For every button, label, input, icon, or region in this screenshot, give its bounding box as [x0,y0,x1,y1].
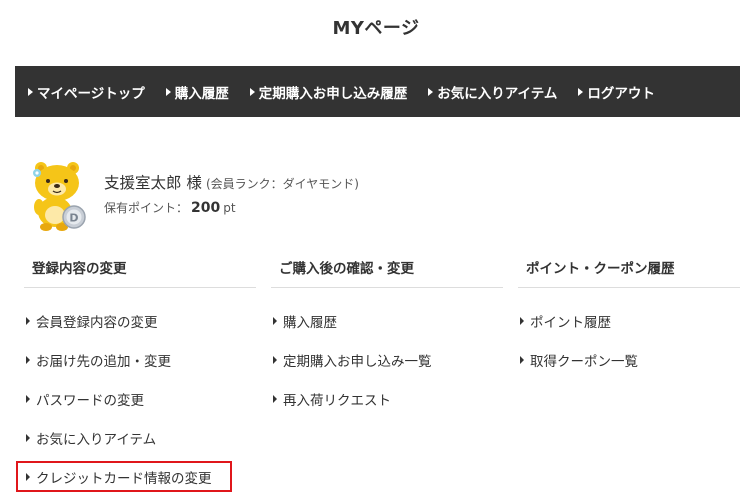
link-credit-card-change[interactable]: クレジットカード情報の変更 [16,461,232,492]
rank-badge-letter: D [69,212,78,225]
link-password-change[interactable]: パスワードの変更 [24,379,256,418]
link-label: 会員登録内容の変更 [36,314,158,331]
link-label: 再入荷リクエスト [283,392,391,409]
link-subscription-list[interactable]: 定期購入お申し込み一覧 [271,340,503,379]
arrow-right-icon [273,316,277,325]
link-label: お気に入りアイテム [36,431,157,448]
nav-item-label: お気に入りアイテム [437,85,558,102]
link-point-history[interactable]: ポイント履歴 [518,301,740,340]
nav-item-mypage-top[interactable]: マイページトップ [28,82,145,102]
link-label: クレジットカード情報の変更 [36,470,212,487]
member-rank: (会員ランク：ダイヤモンド) [205,177,359,191]
bear-mascot-avatar: D [33,162,86,231]
link-restock-request[interactable]: 再入荷リクエスト [271,379,503,418]
nav-item-favorites[interactable]: お気に入りアイテム [428,82,557,102]
nav-item-label: 購入履歴 [174,85,229,102]
arrow-right-icon [578,87,584,96]
link-label: パスワードの変更 [36,392,144,409]
arrow-right-icon [26,433,30,442]
arrow-right-icon [273,394,277,403]
nav-item-label: 定期購入お申し込み履歴 [258,85,408,102]
arrow-right-icon [26,394,30,403]
points-line: 保有ポイント： 200 pt [104,199,359,216]
points-value: 200 [191,200,221,216]
nav-item-label: マイページトップ [37,85,145,102]
user-name-line: 支援室太郎 様 (会員ランク：ダイヤモンド) [104,171,359,193]
section-heading: 登録内容の変更 [24,253,256,288]
arrow-right-icon [28,87,33,96]
nav-item-label: ログアウト [587,85,655,102]
section-heading: ポイント・クーポン履歴 [518,253,740,288]
profile-info: 支援室太郎 様 (会員ランク：ダイヤモンド) 保有ポイント： 200 pt [104,160,359,216]
link-favorite-items[interactable]: お気に入りアイテム [24,418,256,457]
section-link-list: 購入履歴 定期購入お申し込み一覧 再入荷リクエスト [271,288,503,418]
nav-item-subscription-history[interactable]: 定期購入お申し込み履歴 [249,82,408,102]
link-coupon-list[interactable]: 取得クーポン一覧 [518,340,740,379]
arrow-right-icon [249,87,255,96]
section-registration-changes: 登録内容の変更 会員登録内容の変更 お届け先の追加・変更 パスワードの変更 お気… [16,253,256,492]
link-member-info-change[interactable]: 会員登録内容の変更 [24,301,256,340]
arrow-right-icon [26,355,30,364]
nav-item-purchase-history[interactable]: 購入履歴 [165,82,229,102]
section-points-coupons: ポイント・クーポン履歴 ポイント履歴 取得クーポン一覧 [518,253,740,379]
arrow-right-icon [165,87,171,96]
points-label: 保有ポイント： [104,201,189,215]
my-page: MYページ マイページトップ 購入履歴 定期購入お申し込み履歴 お気に入りアイテ… [0,0,752,500]
link-delivery-address[interactable]: お届け先の追加・変更 [24,340,256,379]
arrow-right-icon [520,316,524,325]
user-name: 支援室太郎 様 [104,174,202,192]
section-link-list: 会員登録内容の変更 お届け先の追加・変更 パスワードの変更 お気に入りアイテム … [16,288,256,492]
section-heading: ご購入後の確認・変更 [271,253,503,288]
main-nav: マイページトップ 購入履歴 定期購入お申し込み履歴 お気に入りアイテム ログアウ… [15,66,740,117]
link-label: お届け先の追加・変更 [36,353,171,370]
link-purchase-history[interactable]: 購入履歴 [271,301,503,340]
arrow-right-icon [428,87,434,96]
arrow-right-icon [26,316,30,325]
link-label: 定期購入お申し込み一覧 [283,353,432,370]
page-title: MYページ [332,18,420,39]
nav-item-logout[interactable]: ログアウト [578,82,655,102]
link-label: 購入履歴 [283,314,337,331]
arrow-right-icon [520,355,524,364]
section-link-list: ポイント履歴 取得クーポン一覧 [518,288,740,379]
arrow-right-icon [273,355,277,364]
arrow-right-icon [26,472,30,481]
section-post-purchase: ご購入後の確認・変更 購入履歴 定期購入お申し込み一覧 再入荷リクエスト [271,253,503,418]
points-unit: pt [223,201,236,215]
link-label: ポイント履歴 [530,314,611,331]
member-profile: D 支援室太郎 様 (会員ランク：ダイヤモンド) 保有ポイント： 200 pt [28,160,359,232]
link-label: 取得クーポン一覧 [530,353,638,370]
